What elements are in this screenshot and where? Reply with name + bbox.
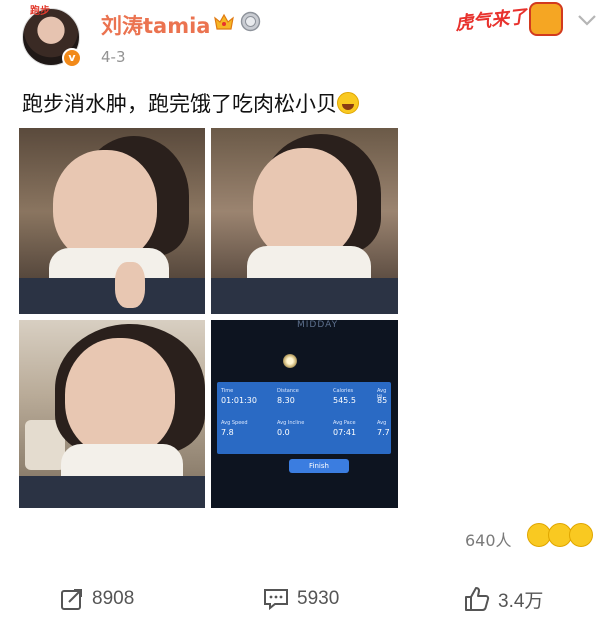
tm-label: Avg Pace (333, 420, 356, 426)
tm-value: 0.0 (277, 428, 290, 437)
post-date: 4-3 (101, 48, 126, 66)
tm-value: 01:01:30 (221, 396, 257, 405)
tm-label: Avg Incline (277, 420, 305, 426)
share-count: 8908 (92, 588, 135, 609)
tm-value: 545.5 (333, 396, 356, 405)
crown-icon (214, 13, 234, 30)
laugh-emoji (337, 92, 359, 114)
chevron-down-icon[interactable] (576, 12, 598, 28)
photo-selfie-3[interactable] (19, 320, 205, 508)
tm-value: 8.30 (277, 396, 295, 405)
username[interactable]: 刘涛tamia (101, 10, 210, 40)
avatar-tag: 跑步 (30, 6, 50, 17)
tiger-icon (529, 2, 563, 36)
comment-button[interactable]: 5930 (263, 585, 339, 613)
sticker-text: 虎气来了 (454, 6, 529, 35)
tm-label: Avg Speed (221, 420, 248, 426)
tm-label: Avg (377, 420, 387, 426)
ceiling-light (283, 354, 297, 368)
comment-icon (264, 589, 288, 611)
grin-emoji (569, 523, 593, 547)
share-icon (61, 589, 82, 610)
treadmill-screen: Time 01:01:30 Distance 8.30 Calories 545… (217, 382, 391, 454)
tm-label: Calories (333, 388, 354, 394)
comment-count: 5930 (297, 588, 340, 609)
share-button[interactable]: 8908 (60, 585, 134, 613)
post-text-content: 跑步消水肿，跑完饿了吃肉松小贝 (22, 92, 337, 116)
like-count: 3.4万 (498, 590, 544, 612)
tm-label: Time (221, 388, 234, 394)
photo-selfie-1[interactable] (19, 128, 205, 314)
verified-badge: v (62, 48, 82, 68)
like-button[interactable]: 3.4万 (464, 585, 543, 613)
likers-count[interactable]: 640人 (465, 527, 512, 551)
tm-value: 85 (377, 396, 388, 405)
tm-value: 7.7 (377, 428, 390, 437)
post-header: 跑步 v 刘涛tamia 4-3 虎气来了 (0, 0, 611, 80)
tm-value: 7.8 (221, 428, 234, 437)
post-text: 跑步消水肿，跑完饿了吃肉松小贝 (22, 88, 359, 118)
medal-icon (240, 11, 261, 32)
thumbs-up-icon (465, 587, 490, 611)
sticker: 虎气来了 (454, 2, 563, 38)
treadmill-finish-button: Finish (289, 459, 349, 473)
tm-label: Distance (277, 388, 299, 394)
tm-value: 07:41 (333, 428, 357, 437)
photo-selfie-2[interactable] (211, 128, 398, 314)
photo-treadmill[interactable]: MIDDAY Time 01:01:30 Distance 8.30 Calor… (211, 320, 398, 508)
treadmill-brand: MIDDAY (297, 320, 339, 330)
action-bar: 8908 5930 3.4万 (0, 577, 611, 621)
